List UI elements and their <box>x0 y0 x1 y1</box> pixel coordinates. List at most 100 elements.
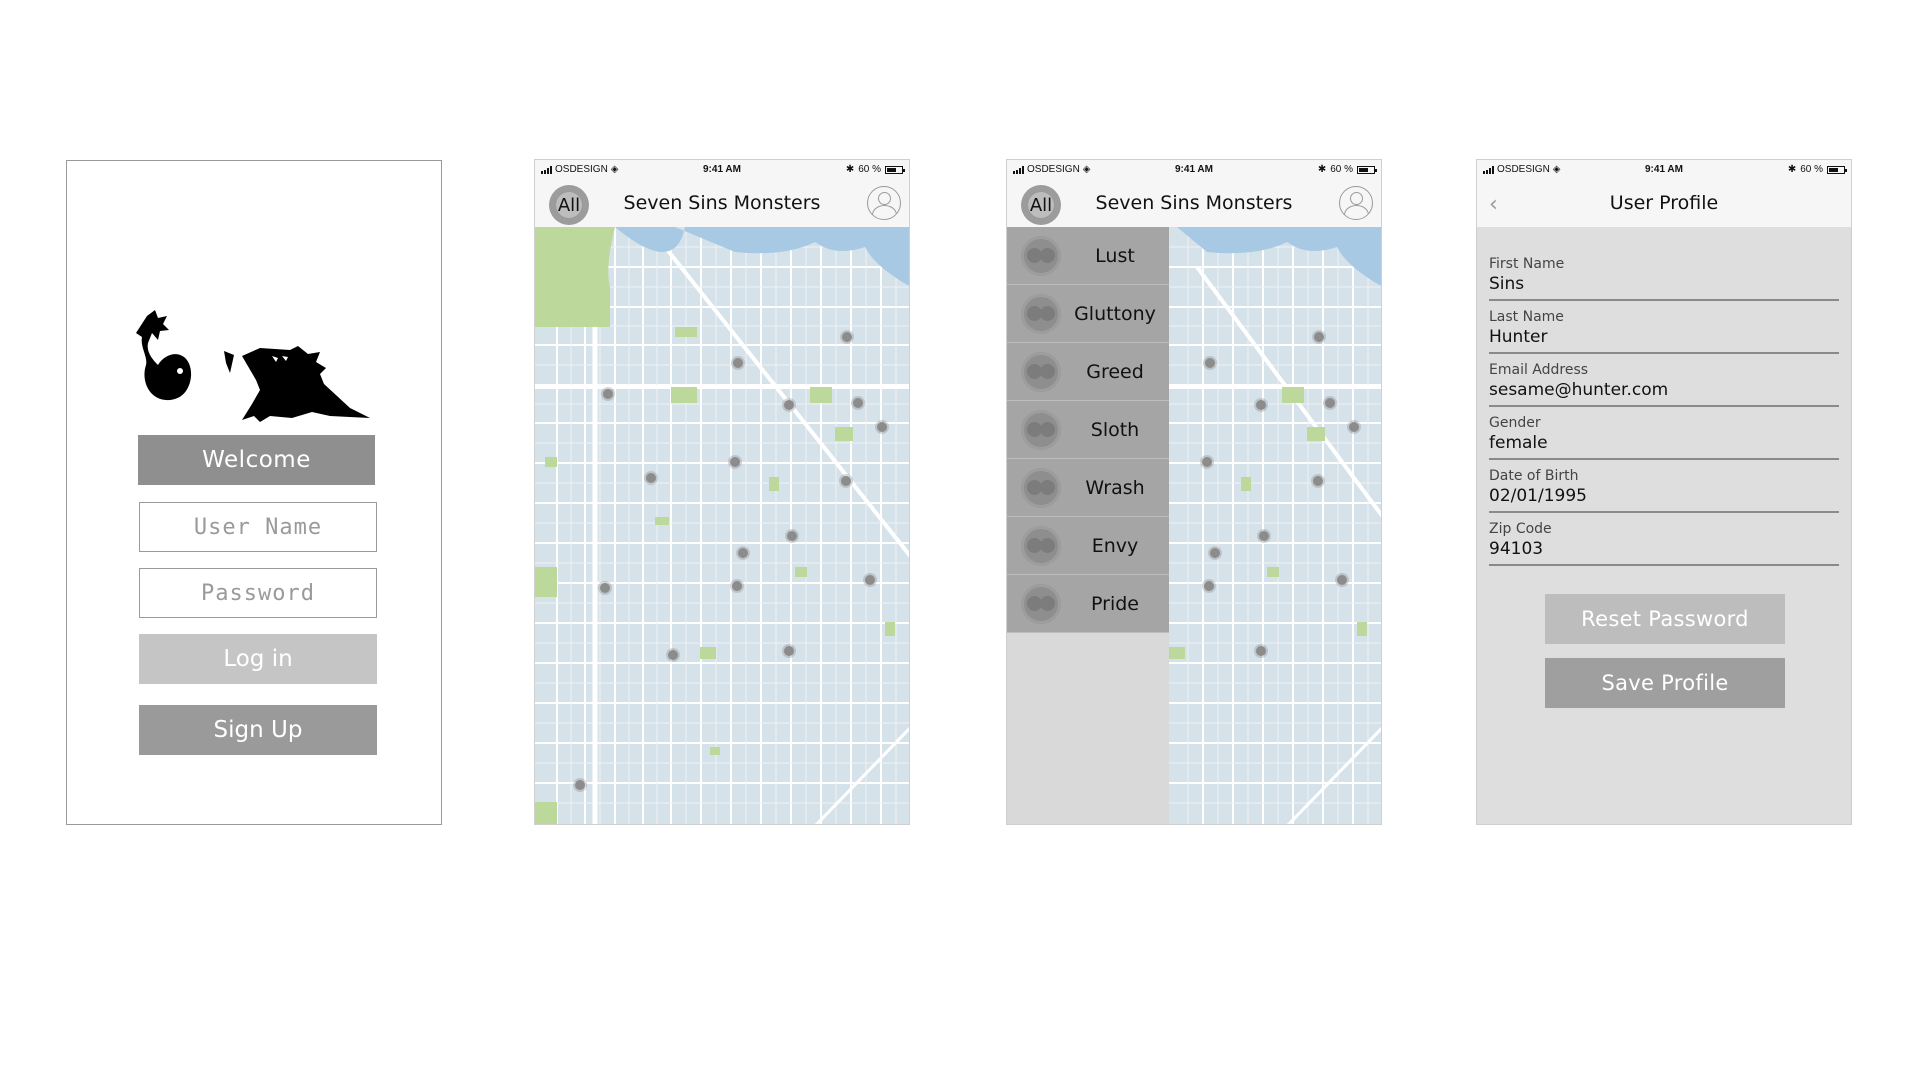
monster-avatar-icon <box>1021 584 1061 624</box>
field-label: Gender <box>1489 415 1541 431</box>
battery-icon <box>1827 165 1847 174</box>
field-underline <box>1489 458 1839 460</box>
map-screen: OSDESIGN ◈ 9:41 AM ✱ 60 % All Seven Sins… <box>534 159 910 825</box>
monster-pin[interactable] <box>575 780 585 790</box>
login-screen: Welcome User Name Password Log in Sign U… <box>66 160 442 825</box>
field-label: Zip Code <box>1489 521 1552 537</box>
monster-pin[interactable] <box>668 650 678 660</box>
field-underline <box>1489 405 1839 407</box>
first-name-field[interactable]: First Name Sins <box>1489 256 1839 309</box>
category-item-sloth[interactable]: Sloth <box>1007 401 1169 459</box>
battery: ✱ 60 % <box>1787 164 1847 175</box>
field-underline <box>1489 511 1839 513</box>
bluetooth-icon: ✱ <box>1787 164 1797 175</box>
category-label: Lust <box>1095 244 1135 267</box>
status-bar: OSDESIGN ◈ 9:41 AM ✱ 60 % <box>1477 160 1851 180</box>
status-bar: OSDESIGN ◈ 9:41 AM ✱ 60 % <box>535 160 909 180</box>
monster-pin[interactable] <box>842 332 852 342</box>
gender-field[interactable]: Gender female <box>1489 415 1839 468</box>
user-profile-icon[interactable] <box>1339 186 1373 220</box>
battery-percent: 60 % <box>1800 164 1823 175</box>
login-button[interactable]: Log in <box>139 634 377 684</box>
monster-avatar-icon <box>1021 294 1061 334</box>
bluetooth-icon: ✱ <box>1317 164 1327 175</box>
map-view[interactable] <box>535 227 909 824</box>
nav-bar: All Seven Sins Monsters <box>535 180 909 227</box>
category-item-lust[interactable]: Lust <box>1007 227 1169 285</box>
battery-percent: 60 % <box>858 164 881 175</box>
category-item-gluttony[interactable]: Gluttony <box>1007 285 1169 343</box>
field-value[interactable]: Hunter <box>1489 327 1547 347</box>
profile-form: First Name Sins Last Name Hunter Email A… <box>1489 256 1839 574</box>
monster-pin[interactable] <box>600 583 610 593</box>
field-label: Date of Birth <box>1489 468 1579 484</box>
category-label: Wrash <box>1085 476 1145 499</box>
category-item-envy[interactable]: Envy <box>1007 517 1169 575</box>
last-name-field[interactable]: Last Name Hunter <box>1489 309 1839 362</box>
signup-button[interactable]: Sign Up <box>139 705 377 755</box>
monsters-silhouette-logo <box>136 310 370 422</box>
welcome-banner: Welcome <box>138 435 375 485</box>
field-value[interactable]: Sins <box>1489 274 1524 294</box>
monster-pin[interactable] <box>841 476 851 486</box>
field-value[interactable]: female <box>1489 433 1548 453</box>
monster-pin[interactable] <box>646 473 656 483</box>
monster-pin[interactable] <box>732 581 742 591</box>
category-item-wrash[interactable]: Wrash <box>1007 459 1169 517</box>
category-label: Pride <box>1091 592 1139 615</box>
save-profile-button[interactable]: Save Profile <box>1545 658 1785 708</box>
street-map <box>535 227 909 824</box>
page-title: Seven Sins Monsters <box>1095 192 1293 214</box>
category-screen: OSDESIGN ◈ 9:41 AM ✱ 60 % All Seven Sins… <box>1006 159 1382 825</box>
monster-pin[interactable] <box>1259 531 1269 541</box>
monster-pin[interactable] <box>1202 457 1212 467</box>
battery-percent: 60 % <box>1330 164 1353 175</box>
monster-pin[interactable] <box>1313 476 1323 486</box>
monster-pin[interactable] <box>865 575 875 585</box>
reset-password-button[interactable]: Reset Password <box>1545 594 1785 644</box>
monster-pin[interactable] <box>1325 398 1335 408</box>
monster-pin[interactable] <box>603 389 613 399</box>
date-of-birth-field[interactable]: Date of Birth 02/01/1995 <box>1489 468 1839 521</box>
email-field[interactable]: Email Address sesame@hunter.com <box>1489 362 1839 415</box>
field-underline <box>1489 564 1839 566</box>
monster-pin[interactable] <box>1256 400 1266 410</box>
page-title: User Profile <box>1609 192 1719 214</box>
monster-pin[interactable] <box>877 422 887 432</box>
field-underline <box>1489 352 1839 354</box>
category-label: Sloth <box>1090 418 1140 441</box>
nav-bar: All Seven Sins Monsters <box>1007 180 1381 227</box>
monster-pin[interactable] <box>787 531 797 541</box>
monster-pin[interactable] <box>1210 548 1220 558</box>
monster-pin[interactable] <box>1256 646 1266 656</box>
field-value[interactable]: sesame@hunter.com <box>1489 380 1668 400</box>
bluetooth-icon: ✱ <box>845 164 855 175</box>
field-value[interactable]: 94103 <box>1489 539 1543 559</box>
monster-pin[interactable] <box>784 646 794 656</box>
category-item-pride[interactable]: Pride <box>1007 575 1169 633</box>
monster-pin[interactable] <box>1337 575 1347 585</box>
user-profile-icon[interactable] <box>867 186 901 220</box>
username-field[interactable]: User Name <box>139 502 377 552</box>
profile-screen: OSDESIGN ◈ 9:41 AM ✱ 60 % ‹ User Profile… <box>1476 159 1852 825</box>
monster-pin[interactable] <box>738 548 748 558</box>
zip-code-field[interactable]: Zip Code 94103 <box>1489 521 1839 574</box>
monster-pin[interactable] <box>853 398 863 408</box>
field-value[interactable]: 02/01/1995 <box>1489 486 1587 506</box>
monster-pin[interactable] <box>1204 581 1214 591</box>
category-label: Envy <box>1091 534 1139 557</box>
category-item-greed[interactable]: Greed <box>1007 343 1169 401</box>
monster-pin[interactable] <box>1205 358 1215 368</box>
monster-pin[interactable] <box>733 358 743 368</box>
monster-pin[interactable] <box>1314 332 1324 342</box>
monster-pin[interactable] <box>730 457 740 467</box>
monster-pin[interactable] <box>1349 422 1359 432</box>
field-label: Email Address <box>1489 362 1589 378</box>
nav-bar: ‹ User Profile <box>1477 180 1851 227</box>
monster-avatar-icon <box>1021 468 1061 508</box>
password-field[interactable]: Password <box>139 568 377 618</box>
monster-pin[interactable] <box>784 400 794 410</box>
status-bar: OSDESIGN ◈ 9:41 AM ✱ 60 % <box>1007 160 1381 180</box>
field-underline <box>1489 299 1839 301</box>
battery: ✱ 60 % <box>1317 164 1377 175</box>
